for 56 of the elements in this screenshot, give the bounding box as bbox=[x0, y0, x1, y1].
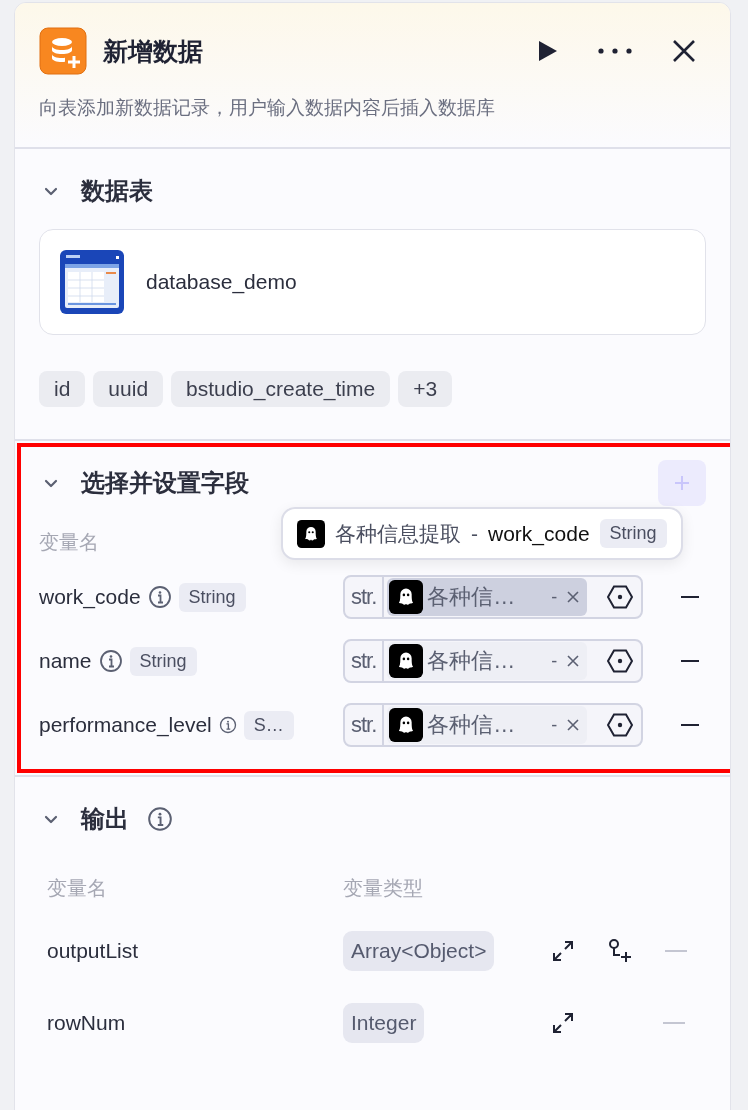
column-header: 变量名 bbox=[47, 875, 108, 901]
field-name: work_code bbox=[39, 585, 141, 609]
reference-chip[interactable]: 各种信… - bbox=[387, 578, 588, 616]
tooltip-variable: work_code bbox=[488, 521, 590, 546]
type-tag: String bbox=[178, 582, 246, 612]
node-description: 向表添加新数据记录，用户输入数据内容后插入数据库 bbox=[39, 96, 496, 120]
reference-field[interactable]: str. 各种信… - bbox=[343, 575, 643, 619]
expand-icon[interactable] bbox=[551, 1011, 575, 1035]
database-add-icon bbox=[39, 27, 87, 75]
add-child-icon[interactable] bbox=[607, 938, 633, 964]
close-icon[interactable] bbox=[672, 39, 696, 63]
remove-icon[interactable] bbox=[681, 595, 699, 599]
type-tag: String bbox=[129, 646, 197, 676]
more-icon[interactable] bbox=[598, 48, 632, 54]
ghost-icon bbox=[297, 519, 325, 548]
tooltip-source: 各种信息提取 bbox=[335, 520, 461, 547]
table-name: database_demo bbox=[146, 270, 297, 294]
type-tag: Array<Object> bbox=[343, 931, 495, 971]
section-title: 选择并设置字段 bbox=[81, 468, 249, 498]
field-tag: +3 bbox=[398, 371, 453, 407]
field-name: name bbox=[39, 649, 92, 673]
column-header: 变量类型 bbox=[343, 875, 423, 901]
field-name: performance_level bbox=[39, 713, 212, 737]
type-tag: S… bbox=[243, 710, 294, 740]
ghost-icon bbox=[389, 580, 424, 614]
hexagon-icon[interactable] bbox=[607, 648, 633, 674]
plus-icon bbox=[674, 475, 690, 491]
reference-field[interactable]: str. 各种信… - bbox=[343, 639, 643, 683]
expand-icon[interactable] bbox=[551, 939, 575, 963]
node-title: 新增数据 bbox=[103, 35, 204, 67]
column-header: 变量名 bbox=[39, 531, 99, 553]
info-icon[interactable] bbox=[147, 585, 172, 609]
info-icon[interactable] bbox=[98, 649, 123, 673]
field-tag: uuid bbox=[93, 371, 164, 407]
remove-icon[interactable] bbox=[681, 723, 699, 727]
info-icon[interactable] bbox=[147, 806, 173, 832]
type-tag: String bbox=[599, 519, 667, 548]
field-tag: id bbox=[39, 371, 86, 407]
reference-chip[interactable]: 各种信… - bbox=[387, 706, 588, 744]
hexagon-icon[interactable] bbox=[607, 712, 633, 738]
reference-chip[interactable]: 各种信… - bbox=[387, 642, 588, 680]
ghost-icon bbox=[389, 708, 424, 742]
remove-icon[interactable] bbox=[681, 659, 699, 663]
info-icon[interactable] bbox=[218, 716, 237, 734]
section-title: 数据表 bbox=[81, 176, 153, 206]
ghost-icon bbox=[389, 644, 424, 678]
section-title: 输出 bbox=[81, 804, 129, 834]
reference-field[interactable]: str. 各种信… - bbox=[343, 703, 643, 747]
output-name: outputList bbox=[47, 939, 140, 963]
field-tag: bstudio_create_time bbox=[171, 371, 391, 407]
play-icon[interactable] bbox=[538, 40, 558, 62]
type-tag: Integer bbox=[343, 1003, 425, 1043]
table-card[interactable]: database_demo bbox=[39, 229, 706, 335]
output-name: rowNum bbox=[47, 1011, 127, 1035]
tooltip-separator: - bbox=[471, 521, 478, 546]
hexagon-icon[interactable] bbox=[607, 584, 633, 610]
